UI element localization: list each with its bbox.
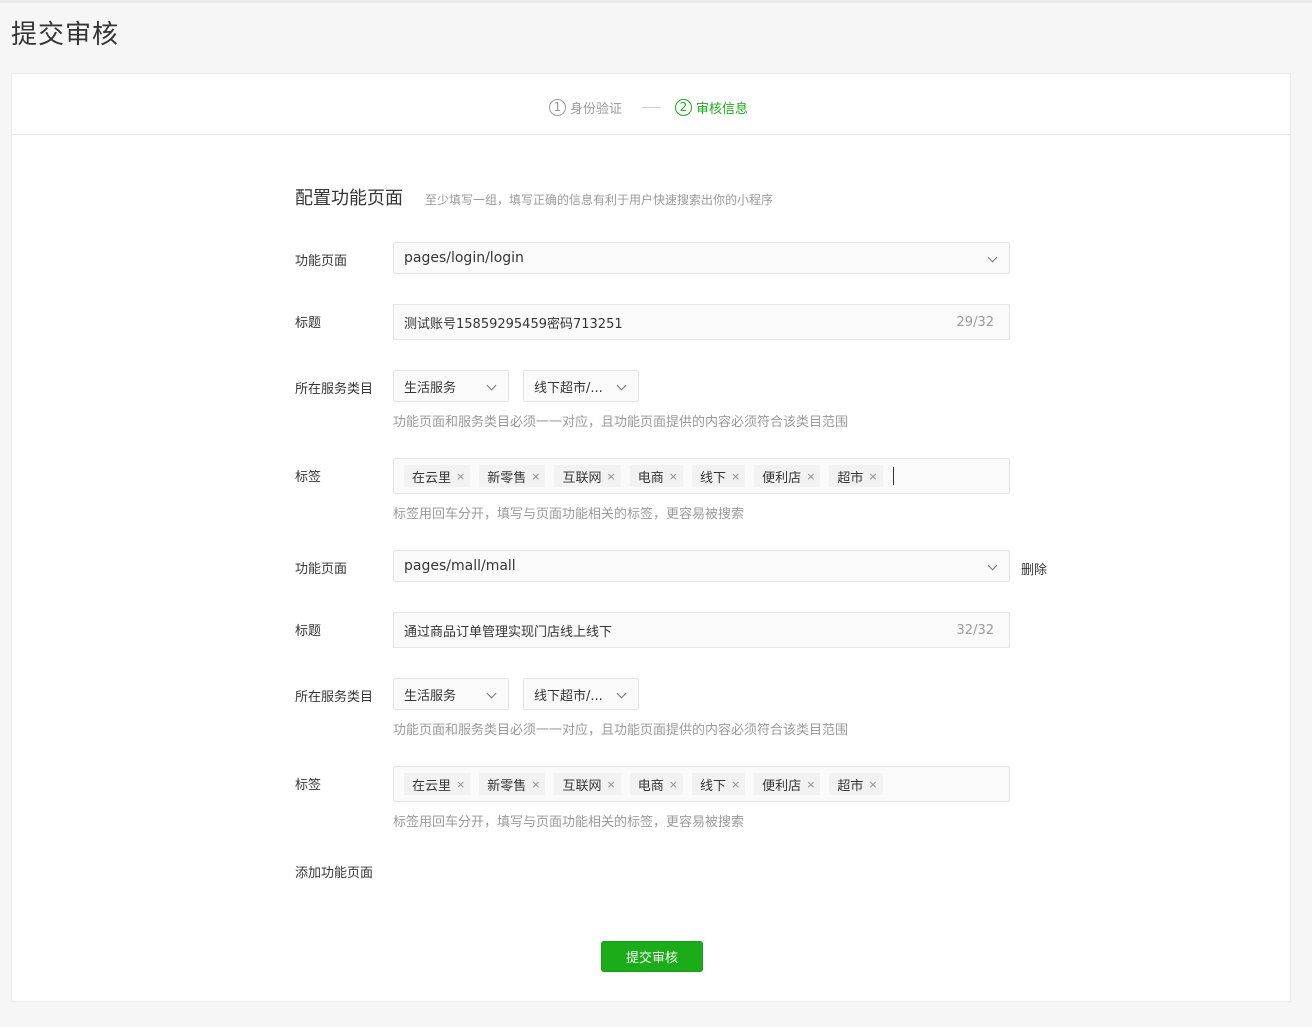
tag-chip: 在云里 × <box>404 773 471 795</box>
category-label: 所在服务类目 <box>295 690 374 705</box>
tag-chip: 线下 × <box>691 773 746 795</box>
chevron-down-icon <box>616 688 627 699</box>
delete-group-button[interactable]: 删除 <box>1021 559 1047 578</box>
tag-remove-icon[interactable]: × <box>731 470 740 483</box>
page-label: 功能页面 <box>295 254 348 269</box>
step-1-label: 身份验证 <box>570 102 623 117</box>
submit-button[interactable]: 提交审核 <box>601 941 703 972</box>
tag-text: 便利店 <box>762 470 802 486</box>
tag-text: 线下 <box>699 778 726 794</box>
tag-remove-icon[interactable]: × <box>606 778 615 791</box>
category-hint: 功能页面和服务类目必须一一对应，且功能页面提供的内容必须符合该类目范围 <box>393 723 849 738</box>
step-indicator: 1 身份验证 2 审核信息 <box>12 74 1290 135</box>
category-hint: 功能页面和服务类目必须一一对应，且功能页面提供的内容必须符合该类目范围 <box>393 415 849 430</box>
title-char-counter: 32/32 <box>956 623 994 638</box>
tag-chip: 互联网 × <box>554 773 621 795</box>
page-select-1[interactable]: pages/login/login <box>393 242 1010 274</box>
tag-chip: 电商 × <box>629 773 683 795</box>
tags-label: 标签 <box>295 470 322 485</box>
tag-text: 超市 <box>837 470 864 486</box>
top-border <box>0 0 1312 3</box>
tag-text: 互联网 <box>562 778 602 794</box>
tag-remove-icon[interactable]: × <box>806 778 815 791</box>
category-select-secondary-2[interactable]: 线下超市/... <box>523 678 639 710</box>
title-input-2[interactable]: 通过商品订单管理实现门店线上线下 32/32 <box>393 612 1010 648</box>
tag-remove-icon[interactable]: × <box>456 778 465 791</box>
step-review-info: 2 审核信息 <box>675 98 748 117</box>
tags-hint: 标签用回车分开，填写与页面功能相关的标签，更容易被搜索 <box>393 507 745 522</box>
tag-chip: 新零售 × <box>479 773 546 795</box>
step-identity: 1 身份验证 <box>549 98 622 117</box>
tag-remove-icon[interactable]: × <box>669 778 678 791</box>
step-connector <box>642 107 661 108</box>
tags-label: 标签 <box>295 778 322 793</box>
tag-remove-icon[interactable]: × <box>531 778 540 791</box>
tag-text: 电商 <box>637 778 664 794</box>
tag-chip: 便利店 × <box>754 465 821 487</box>
tag-chip: 便利店 × <box>754 773 821 795</box>
page-title: 提交审核 <box>11 20 120 50</box>
tag-text: 便利店 <box>762 778 802 794</box>
chevron-down-icon <box>987 252 998 263</box>
chevron-down-icon <box>987 560 998 571</box>
page-select-value: pages/login/login <box>404 250 524 266</box>
tag-remove-icon[interactable]: × <box>606 470 615 483</box>
page-label: 功能页面 <box>295 562 348 577</box>
tag-chip: 互联网 × <box>554 465 621 487</box>
tag-text: 在云里 <box>412 470 452 486</box>
tags-input-2[interactable]: 在云里 × 新零售 × 互联网 × 电商 × 线下 × 便利店 × 超市 × <box>393 766 1010 802</box>
category-secondary-value: 线下超市/... <box>534 688 603 704</box>
category-select-secondary-1[interactable]: 线下超市/... <box>523 370 639 402</box>
tag-chip: 线下 × <box>691 465 746 487</box>
tag-text: 电商 <box>637 470 664 486</box>
title-char-counter: 29/32 <box>956 315 994 330</box>
title-input-value: 测试账号15859295459密码713251 <box>404 316 623 332</box>
tag-text: 新零售 <box>487 778 527 794</box>
tag-remove-icon[interactable]: × <box>806 470 815 483</box>
tag-chip: 电商 × <box>629 465 683 487</box>
tag-remove-icon[interactable]: × <box>531 470 540 483</box>
category-primary-value: 生活服务 <box>404 688 457 704</box>
tag-chip: 超市 × <box>829 465 883 487</box>
tag-remove-icon[interactable]: × <box>669 470 678 483</box>
tag-text: 新零售 <box>487 470 527 486</box>
tag-chip: 新零售 × <box>479 465 546 487</box>
page-select-2[interactable]: pages/mall/mall <box>393 550 1010 582</box>
category-secondary-value: 线下超市/... <box>534 380 603 396</box>
title-label: 标题 <box>295 624 322 639</box>
title-input-value: 通过商品订单管理实现门店线上线下 <box>404 624 613 640</box>
tag-remove-icon[interactable]: × <box>456 470 465 483</box>
tag-remove-icon[interactable]: × <box>868 778 877 791</box>
title-input-1[interactable]: 测试账号15859295459密码713251 29/32 <box>393 304 1010 340</box>
tags-input-1[interactable]: 在云里 × 新零售 × 互联网 × 电商 × 线下 × 便利店 × 超市 × <box>393 458 1010 494</box>
tag-text: 线下 <box>699 470 726 486</box>
category-select-primary-2[interactable]: 生活服务 <box>393 678 509 710</box>
page-select-value: pages/mall/mall <box>404 558 516 574</box>
tag-text: 在云里 <box>412 778 452 794</box>
category-select-primary-1[interactable]: 生活服务 <box>393 370 509 402</box>
tag-remove-icon[interactable]: × <box>731 778 740 791</box>
chevron-down-icon <box>616 380 627 391</box>
category-label: 所在服务类目 <box>295 382 374 397</box>
step-2-label: 审核信息 <box>696 102 749 117</box>
form-card: 1 身份验证 2 审核信息 配置功能页面 至少填写一组，填写正确的信息有利于用户… <box>11 73 1291 1002</box>
tag-text: 超市 <box>837 778 864 794</box>
step-1-number: 1 <box>549 99 566 116</box>
tag-chip: 在云里 × <box>404 465 471 487</box>
tag-chip: 超市 × <box>829 773 883 795</box>
title-label: 标题 <box>295 316 322 331</box>
section-title: 配置功能页面 <box>295 188 403 209</box>
tag-text: 互联网 <box>562 470 602 486</box>
tag-remove-icon[interactable]: × <box>868 470 877 483</box>
text-cursor <box>892 467 894 485</box>
category-primary-value: 生活服务 <box>404 380 457 396</box>
section-description: 至少填写一组，填写正确的信息有利于用户快速搜索出你的小程序 <box>425 193 774 207</box>
add-page-button[interactable]: 添加功能页面 <box>295 862 373 881</box>
step-2-number: 2 <box>675 99 692 116</box>
tags-hint: 标签用回车分开，填写与页面功能相关的标签，更容易被搜索 <box>393 815 745 830</box>
chevron-down-icon <box>486 688 497 699</box>
chevron-down-icon <box>486 380 497 391</box>
